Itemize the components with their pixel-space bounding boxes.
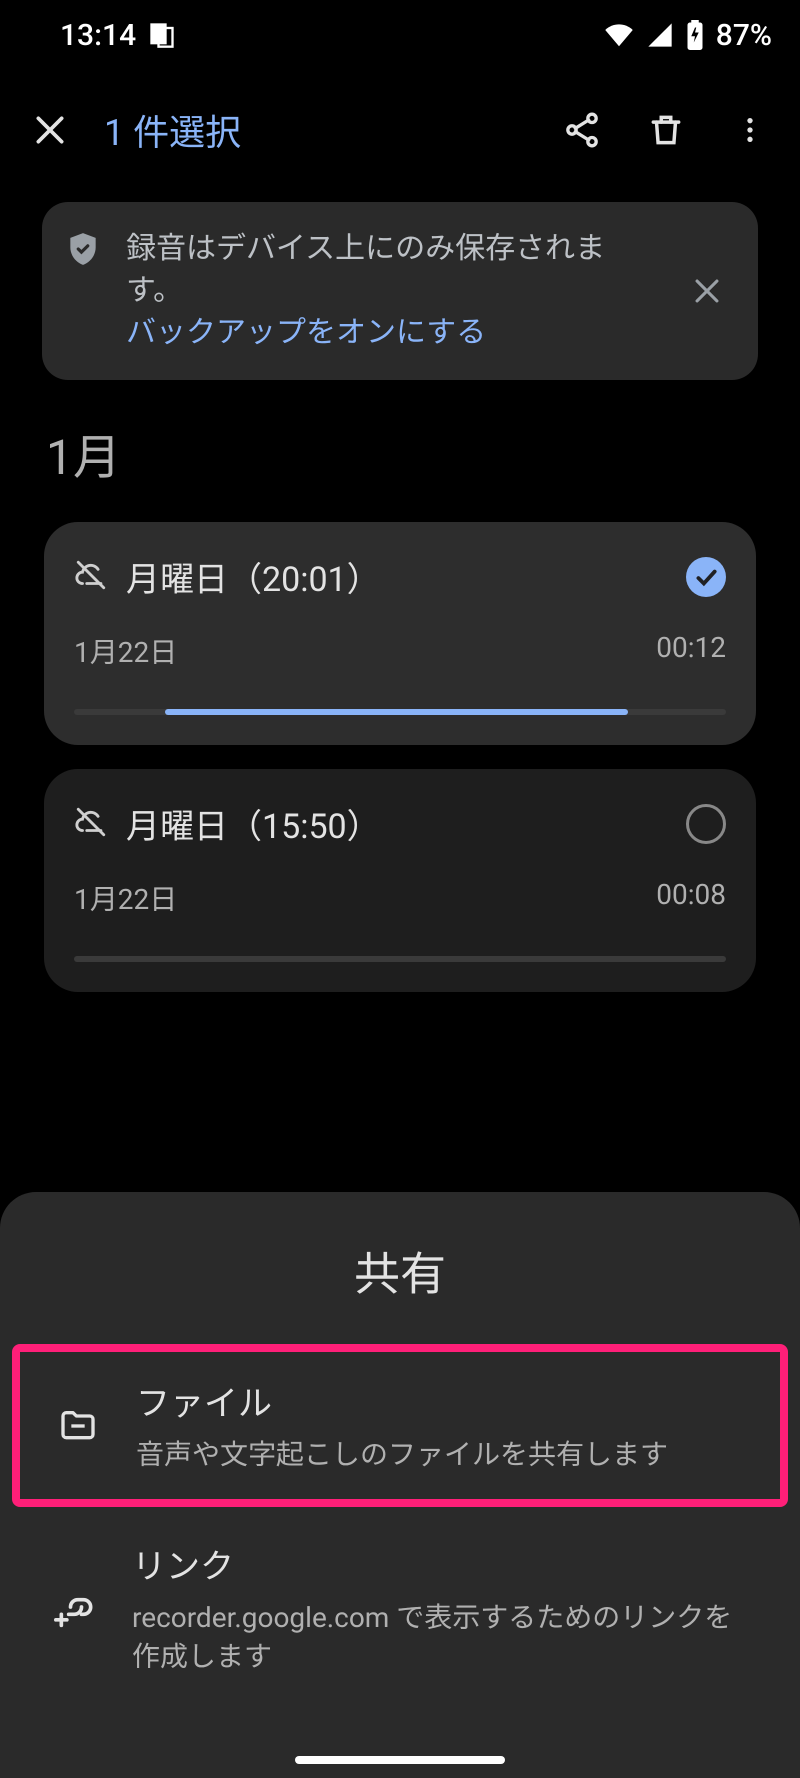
nav-handle[interactable] bbox=[295, 1756, 505, 1764]
share-option-link[interactable]: リンク recorder.google.com で表示するためのリンクを作成しま… bbox=[12, 1515, 788, 1700]
recording-duration: 00:08 bbox=[656, 878, 726, 918]
recording-meta: 1月22日 00:12 bbox=[74, 631, 726, 671]
status-right: 87% bbox=[604, 18, 772, 53]
month-label: 1月 bbox=[0, 380, 800, 508]
banner-close-button[interactable] bbox=[677, 261, 736, 321]
share-option-title: ファイル bbox=[136, 1376, 746, 1425]
recording-meta: 1月22日 00:08 bbox=[74, 878, 726, 918]
wifi-icon bbox=[604, 20, 634, 50]
battery-text: 87% bbox=[716, 18, 772, 53]
recording-waveform[interactable] bbox=[74, 956, 726, 962]
share-option-text: ファイル 音声や文字起こしのファイルを共有します bbox=[136, 1376, 746, 1474]
recording-card[interactable]: 月曜日（20:01） 1月22日 00:12 bbox=[44, 522, 756, 745]
close-button[interactable] bbox=[20, 100, 80, 160]
share-sheet-title: 共有 bbox=[0, 1238, 800, 1304]
share-option-text: リンク recorder.google.com で表示するためのリンクを作成しま… bbox=[132, 1539, 746, 1676]
status-time: 13:14 bbox=[60, 18, 136, 53]
share-option-title: リンク bbox=[132, 1539, 746, 1588]
screenshot-icon bbox=[148, 21, 176, 49]
status-bar: 13:14 87% bbox=[0, 0, 800, 70]
share-option-file[interactable]: ファイル 音声や文字起こしのファイルを共有します bbox=[12, 1344, 788, 1506]
recording-card[interactable]: 月曜日（15:50） 1月22日 00:08 bbox=[44, 769, 756, 992]
cloud-off-icon bbox=[74, 805, 108, 843]
selection-check-icon[interactable] bbox=[686, 557, 726, 597]
link-add-icon bbox=[54, 1585, 98, 1629]
banner-text: 録音はデバイス上にのみ保存されます。 バックアップをオンにする bbox=[126, 228, 653, 354]
banner-message: 録音はデバイス上にのみ保存されます。 bbox=[126, 231, 605, 308]
banner-link[interactable]: バックアップをオンにする bbox=[126, 315, 486, 350]
shield-check-icon bbox=[64, 230, 102, 272]
backup-banner: 録音はデバイス上にのみ保存されます。 バックアップをオンにする bbox=[42, 202, 758, 380]
cloud-off-icon bbox=[74, 558, 108, 596]
signal-icon bbox=[646, 21, 674, 49]
share-sheet: 共有 ファイル 音声や文字起こしのファイルを共有します リンク recorder… bbox=[0, 1192, 800, 1778]
status-left: 13:14 bbox=[60, 18, 176, 53]
selection-top-bar: 1 件選択 bbox=[0, 70, 800, 190]
battery-charging-icon bbox=[686, 20, 704, 50]
folder-icon bbox=[54, 1406, 102, 1446]
share-option-subtitle: 音声や文字起こしのファイルを共有します bbox=[136, 1435, 746, 1474]
more-button[interactable] bbox=[720, 100, 780, 160]
share-button[interactable] bbox=[552, 100, 612, 160]
recording-date: 1月22日 bbox=[74, 631, 177, 671]
selection-title: 1 件選択 bbox=[104, 104, 241, 156]
recording-header: 月曜日（15:50） bbox=[74, 799, 726, 848]
recording-date: 1月22日 bbox=[74, 878, 177, 918]
recording-header: 月曜日（20:01） bbox=[74, 552, 726, 601]
delete-button[interactable] bbox=[636, 100, 696, 160]
recording-title: 月曜日（15:50） bbox=[126, 799, 668, 848]
recording-waveform[interactable] bbox=[74, 709, 726, 715]
recording-duration: 00:12 bbox=[656, 631, 726, 671]
recording-title: 月曜日（20:01） bbox=[126, 552, 668, 601]
share-option-subtitle: recorder.google.com で表示するためのリンクを作成します bbox=[132, 1598, 746, 1676]
selection-check-icon[interactable] bbox=[686, 804, 726, 844]
